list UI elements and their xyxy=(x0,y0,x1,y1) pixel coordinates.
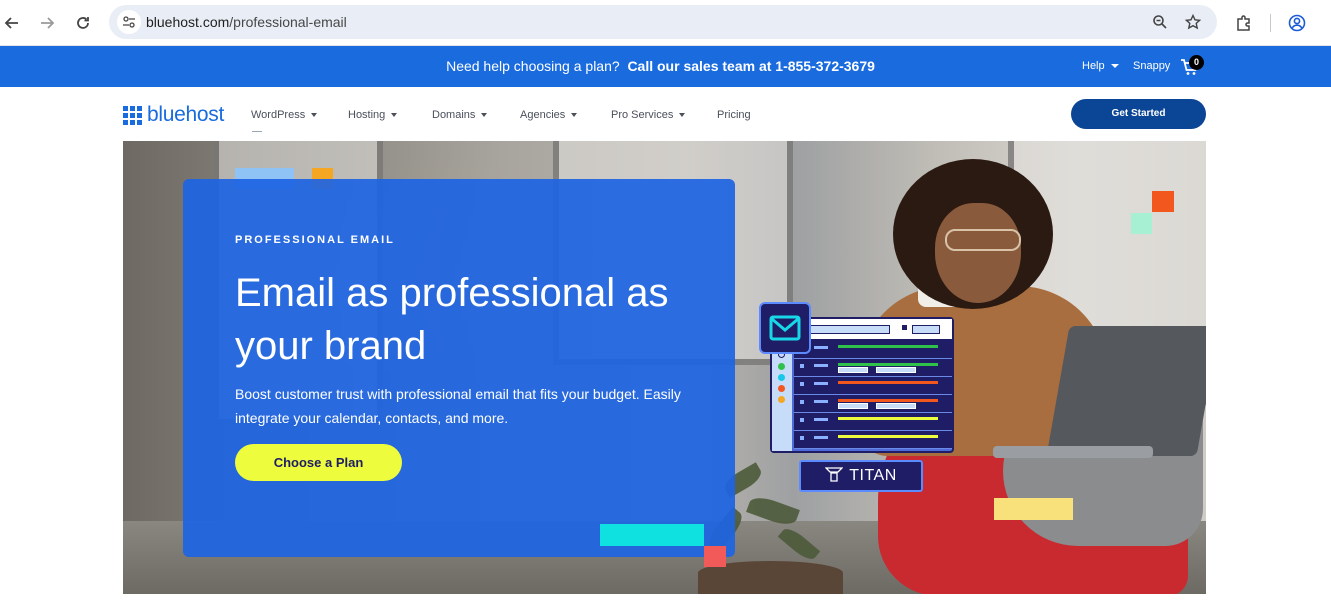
help-label: Help xyxy=(1082,60,1105,72)
help-dropdown[interactable]: Help xyxy=(1082,60,1119,72)
url-text: bluehost.com/professional-email xyxy=(146,14,347,30)
nav-item-hosting[interactable]: Hosting xyxy=(348,109,398,121)
hero-subtext: Boost customer trust with professional e… xyxy=(235,386,681,426)
reload-icon[interactable] xyxy=(71,11,95,35)
decorative-block xyxy=(704,546,726,567)
cart-count-badge: 0 xyxy=(1189,55,1204,70)
main-navigation: bluehost WordPress Hosting Domains Agenc… xyxy=(0,87,1331,141)
bookmark-star-icon[interactable] xyxy=(1182,11,1204,33)
chevron-down-icon xyxy=(571,113,578,117)
mail-envelope-icon xyxy=(759,302,811,354)
url-path: /professional-email xyxy=(229,14,347,30)
site-info-icon[interactable] xyxy=(117,10,141,34)
sales-help-bar: Need help choosing a plan? Call our sale… xyxy=(0,46,1331,87)
titan-logo-icon xyxy=(824,466,844,487)
nav-item-label: Domains xyxy=(432,109,476,121)
nav-item-label: Pricing xyxy=(717,109,751,121)
active-nav-indicator xyxy=(252,131,262,132)
get-started-button[interactable]: Get Started xyxy=(1071,99,1206,129)
logo-grid-icon xyxy=(123,105,142,125)
chevron-down-icon xyxy=(391,113,398,117)
nav-item-label: WordPress xyxy=(251,109,306,121)
zoom-icon[interactable] xyxy=(1149,11,1171,33)
url-host: bluehost.com xyxy=(146,14,230,30)
nav-item-label: Hosting xyxy=(348,109,386,121)
sales-phone-link[interactable]: Call our sales team at 1-855-372-3679 xyxy=(627,58,874,74)
person-glasses xyxy=(945,229,1021,251)
decorative-block xyxy=(1152,191,1174,212)
address-bar[interactable]: bluehost.com/professional-email xyxy=(109,5,1217,39)
decorative-block xyxy=(994,498,1073,520)
forward-arrow-icon[interactable] xyxy=(35,11,59,35)
nav-item-pricing[interactable]: Pricing xyxy=(717,109,751,121)
nav-item-domains[interactable]: Domains xyxy=(432,109,488,121)
decorative-block xyxy=(600,524,704,546)
nav-item-pro-services[interactable]: Pro Services xyxy=(611,109,686,121)
hero-card: PROFESSIONAL EMAIL Email as professional… xyxy=(183,179,735,557)
help-message: Need help choosing a plan? Call our sale… xyxy=(0,58,1321,74)
chevron-down-icon xyxy=(481,113,488,117)
extensions-icon[interactable] xyxy=(1232,11,1256,35)
person-face xyxy=(935,203,1021,303)
choose-a-plan-button[interactable]: Choose a Plan xyxy=(235,444,402,481)
nav-item-agencies[interactable]: Agencies xyxy=(520,109,578,121)
back-arrow-icon[interactable] xyxy=(0,11,24,35)
toolbar-divider xyxy=(1270,14,1271,32)
chevron-down-icon xyxy=(311,113,318,117)
browser-toolbar: bluehost.com/professional-email xyxy=(0,0,1331,46)
nav-item-label: Pro Services xyxy=(611,109,674,121)
snappy-link[interactable]: Snappy xyxy=(1133,60,1170,72)
bluehost-logo[interactable]: bluehost xyxy=(123,103,224,127)
profile-icon[interactable] xyxy=(1285,11,1309,35)
nav-item-wordpress[interactable]: WordPress xyxy=(251,109,318,121)
hero-headline: Email as professional as your brand xyxy=(235,271,669,368)
laptop xyxy=(1046,326,1206,456)
chevron-down-icon xyxy=(679,113,686,117)
chevron-down-icon xyxy=(1110,64,1119,68)
laptop-base xyxy=(993,446,1153,458)
hero-eyebrow: PROFESSIONAL EMAIL xyxy=(235,234,395,246)
help-prefix: Need help choosing a plan? xyxy=(446,58,620,74)
nav-item-label: Agencies xyxy=(520,109,566,121)
mockup-sidebar xyxy=(772,341,792,451)
titan-badge: TITAN xyxy=(799,460,923,492)
logo-text: bluehost xyxy=(147,103,224,126)
titan-label: TITAN xyxy=(849,467,897,484)
decorative-block xyxy=(1131,213,1152,234)
